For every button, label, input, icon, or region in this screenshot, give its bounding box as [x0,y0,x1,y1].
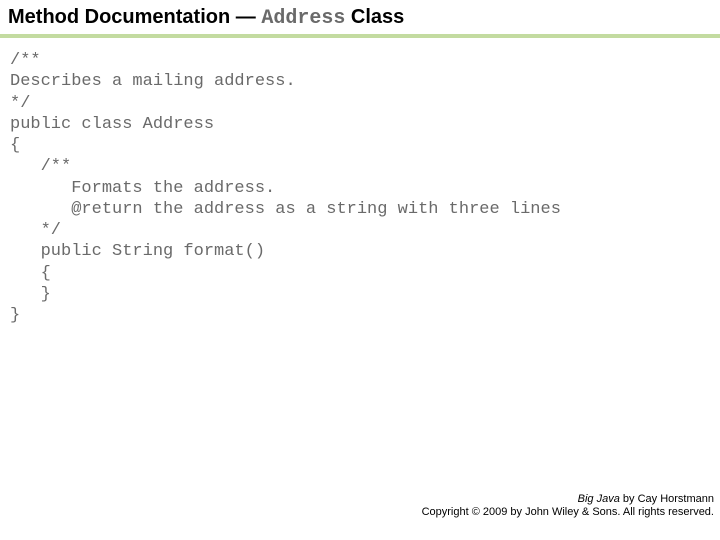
title-suffix: Class [345,6,404,28]
footer-copyright: Copyright © 2009 by John Wiley & Sons. A… [422,506,714,520]
title-prefix: Method Documentation — [8,6,261,28]
slide-title: Method Documentation — Address Class [0,0,720,38]
title-classname: Address [261,7,345,30]
footer-bookname: Big Java [578,493,620,505]
footer-line1: Big Java by Cay Horstmann [422,493,714,507]
footer-byline: by Cay Horstmann [620,493,714,505]
code-block: /** Describes a mailing address. */ publ… [0,38,720,326]
footer: Big Java by Cay Horstmann Copyright © 20… [422,493,714,521]
